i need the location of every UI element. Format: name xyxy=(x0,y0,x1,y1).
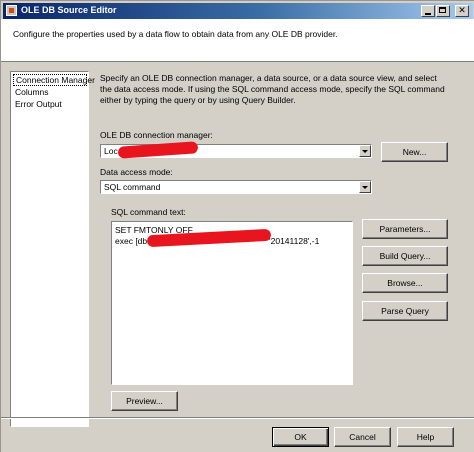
connection-manager-label: OLE DB connection manager: xyxy=(100,130,213,140)
chevron-down-icon[interactable] xyxy=(359,145,371,157)
preview-button[interactable]: Preview... xyxy=(111,391,178,411)
title-bar[interactable]: OLE DB Source Editor ✕ xyxy=(3,3,473,19)
chevron-down-icon[interactable] xyxy=(359,181,371,193)
parameters-button[interactable]: Parameters... xyxy=(362,219,448,239)
header-band: Configure the properties used by a data … xyxy=(1,19,474,62)
parse-query-button[interactable]: Parse Query xyxy=(362,301,448,321)
window-title: OLE DB Source Editor xyxy=(21,5,117,15)
help-button[interactable]: Help xyxy=(397,427,454,447)
ok-button[interactable]: OK xyxy=(272,427,329,447)
close-button[interactable]: ✕ xyxy=(455,5,469,17)
cancel-button[interactable]: Cancel xyxy=(334,427,391,447)
ole-db-source-editor-window: OLE DB Source Editor ✕ Configure the pro… xyxy=(0,0,474,452)
sql-command-label: SQL command text: xyxy=(111,207,186,217)
minimize-button[interactable] xyxy=(421,5,435,17)
header-description: Configure the properties used by a data … xyxy=(13,29,338,39)
sql-line: '20141128',-1 xyxy=(269,236,320,246)
maximize-button[interactable] xyxy=(436,5,450,17)
build-query-button[interactable]: Build Query... xyxy=(362,246,448,266)
nav-item-error-output[interactable]: Error Output xyxy=(13,98,87,110)
nav-list: Connection Manager Columns Error Output xyxy=(10,71,95,427)
page-description: Specify an OLE DB connection manager, a … xyxy=(100,73,445,105)
nav-item-columns[interactable]: Columns xyxy=(13,86,87,98)
data-access-mode-label: Data access mode: xyxy=(100,167,173,177)
footer-separator xyxy=(1,417,474,419)
browse-button[interactable]: Browse... xyxy=(362,273,448,293)
new-connection-button[interactable]: New... xyxy=(381,142,448,162)
data-access-mode-select[interactable]: SQL command xyxy=(100,180,372,194)
nav-item-connection-manager[interactable]: Connection Manager xyxy=(13,74,95,86)
app-icon xyxy=(6,5,17,16)
sql-command-textarea[interactable]: SET FMTONLY OFF exec [dbo] '20141128',-1 xyxy=(111,221,353,385)
data-access-mode-value: SQL command xyxy=(104,182,161,192)
